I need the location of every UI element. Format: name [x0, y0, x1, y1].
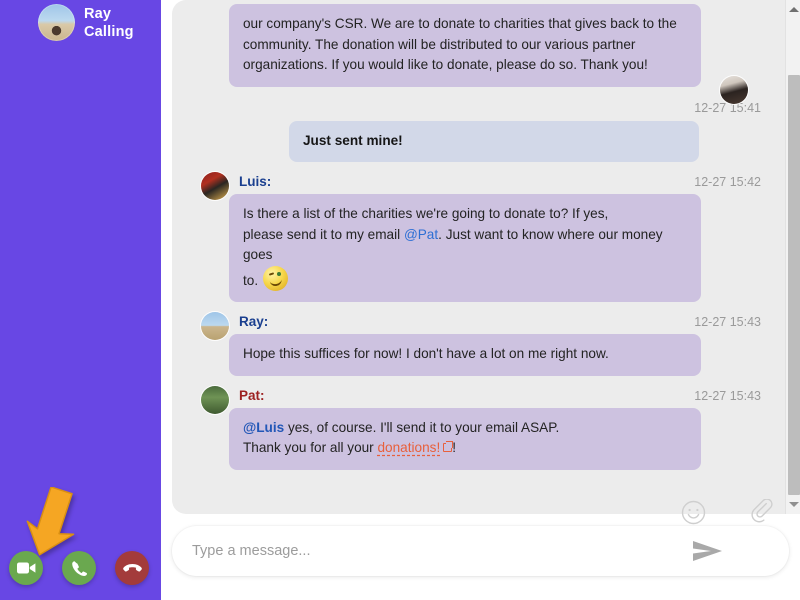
smiley-icon [681, 500, 705, 524]
attach-button[interactable] [750, 499, 776, 525]
chevron-up-icon [788, 7, 799, 12]
hang-up-button[interactable] [115, 551, 149, 585]
message-bubble: Just sent mine! [289, 120, 699, 162]
message-bubble: @Luis yes, of course. I'll send it to yo… [229, 407, 701, 470]
call-sidebar: Ray Calling [0, 0, 161, 600]
chat-application: Ray Calling our company's CSR. We are to… [0, 0, 800, 600]
message-sender: Luis: [239, 174, 272, 189]
arrow-pointer-icon [26, 487, 75, 556]
message-timestamp: 12-27 15:43 [694, 388, 761, 403]
message-line: Is there a list of the charities we're g… [243, 206, 609, 221]
send-button[interactable] [685, 531, 731, 571]
message-bubble: our company's CSR. We are to donate to c… [229, 4, 701, 87]
message-timestamp: 12-27 15:43 [694, 315, 761, 329]
message-item: Luis: 12-27 15:42 Is there a list of the… [172, 172, 777, 302]
video-call-button[interactable] [9, 551, 43, 585]
call-actions [0, 551, 161, 585]
scroll-up-button[interactable] [786, 2, 800, 17]
audio-call-button[interactable] [62, 551, 96, 585]
message-meta: Luis: 12-27 15:42 [239, 172, 761, 194]
caller-name-status: Ray Calling [84, 5, 134, 41]
message-sender: Ray: [239, 314, 269, 329]
message-meta: 12-27 15:41 [239, 98, 761, 120]
mention-link[interactable]: @Pat [404, 227, 438, 242]
emoji-button[interactable] [680, 499, 706, 525]
avatar [201, 312, 229, 340]
external-link[interactable]: donations! [378, 440, 441, 455]
message-bubble: Hope this suffices for now! I don't have… [229, 334, 701, 376]
message-sender: Pat: [239, 387, 265, 403]
avatar [201, 172, 229, 200]
phone-icon [71, 560, 87, 576]
caller-status: Calling [84, 23, 134, 40]
message-item: our company's CSR. We are to donate to c… [172, 0, 777, 87]
message-meta: Ray: 12-27 15:43 [239, 312, 761, 334]
caller-name: Ray [84, 5, 112, 22]
avatar [201, 385, 229, 414]
message-item: Pat: 12-27 15:43 @Luis yes, of course. I… [172, 385, 777, 470]
message-composer [172, 526, 789, 576]
message-line: to. [243, 272, 259, 288]
phone-hangup-icon [122, 563, 142, 572]
send-icon [693, 541, 722, 561]
message-input[interactable] [192, 543, 685, 559]
video-camera-icon [16, 562, 35, 574]
message-line: Thank you for all your [243, 440, 378, 455]
caller-info: Ray Calling [38, 4, 134, 41]
paperclip-icon [751, 499, 773, 523]
message-line: please send it to my email [243, 226, 404, 242]
messages-scroll-region[interactable]: our company's CSR. We are to donate to c… [172, 0, 777, 514]
message-item: 12-27 15:41 Just sent mine! [172, 75, 777, 162]
mention-link[interactable]: @Luis [243, 420, 284, 435]
message-line: yes, of course. I'll send it to your ema… [284, 419, 560, 435]
avatar [720, 75, 748, 104]
chevron-down-icon [788, 502, 799, 507]
messages-scrollbar[interactable] [785, 0, 800, 514]
message-item: Ray: 12-27 15:43 Hope this suffices for … [172, 312, 777, 376]
external-link-icon [443, 441, 454, 452]
message-meta: Pat: 12-27 15:43 [239, 386, 761, 408]
message-timestamp: 12-27 15:42 [694, 175, 761, 189]
composer-icons [680, 499, 776, 525]
scrollbar-thumb[interactable] [788, 75, 800, 495]
winking-face-emoji [263, 265, 289, 291]
scroll-down-button[interactable] [786, 497, 800, 512]
chat-area: our company's CSR. We are to donate to c… [161, 0, 800, 600]
message-bubble: Is there a list of the charities we're g… [229, 194, 701, 302]
caller-avatar [38, 4, 75, 41]
messages-panel: our company's CSR. We are to donate to c… [172, 0, 800, 514]
